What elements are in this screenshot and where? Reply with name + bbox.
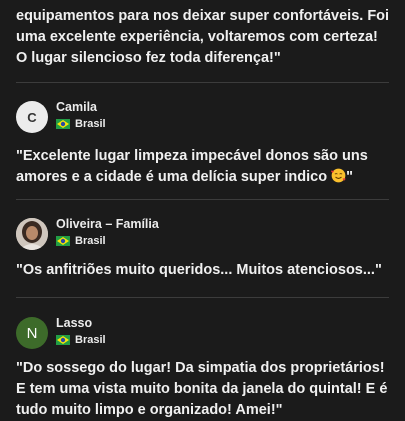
divider: [16, 82, 389, 83]
divider: [16, 297, 389, 298]
brazil-flag-icon: [56, 335, 70, 345]
brazil-flag-icon: [56, 119, 70, 129]
avatar: [16, 218, 48, 250]
divider: [16, 199, 389, 200]
brazil-flag-icon: [56, 236, 70, 246]
avatar-letter: C: [27, 109, 37, 125]
country-label: Brasil: [75, 118, 106, 130]
review-text: "Excelente lugar limpeza impecável donos…: [16, 146, 391, 188]
reviewer-name: Camila: [56, 100, 97, 114]
profile-photo-icon: [16, 218, 48, 250]
review-text-body: "Excelente lugar limpeza impecável donos…: [16, 148, 368, 185]
smiling-face-with-hearts-emoji-icon: [331, 168, 346, 183]
reviewer-name: Oliveira – Família: [56, 217, 159, 231]
avatar: N: [16, 317, 48, 349]
reviewer-country: Brasil: [56, 235, 106, 247]
country-label: Brasil: [75, 235, 106, 247]
review-text-end: ": [346, 169, 353, 185]
review-text: "Do sossego do lugar! Da simpatia dos pr…: [16, 360, 388, 418]
reviewer-country: Brasil: [56, 118, 106, 130]
reviewer-name: Lasso: [56, 316, 93, 330]
review-text: equipamentos para nos deixar super confo…: [16, 8, 390, 66]
avatar: C: [16, 101, 48, 133]
reviewer-country: Brasil: [56, 334, 106, 346]
review-text: "Os anfitriões muito queridos... Muitos …: [16, 262, 382, 278]
avatar-letter: N: [26, 324, 38, 342]
country-label: Brasil: [75, 334, 106, 346]
